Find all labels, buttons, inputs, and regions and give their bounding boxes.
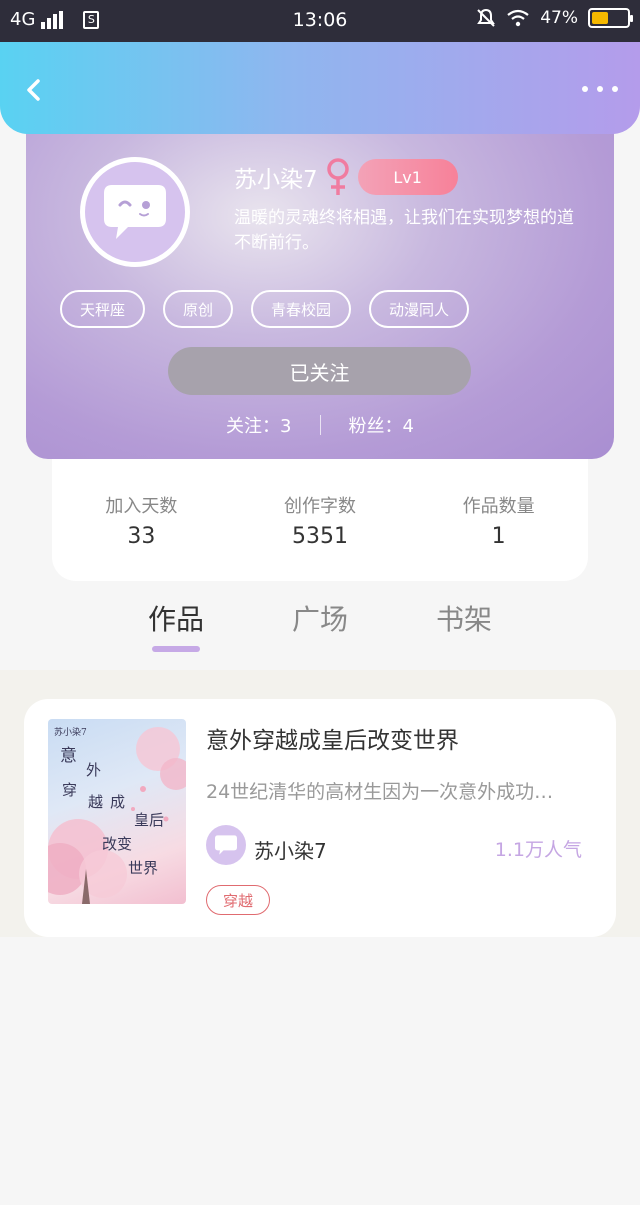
level-badge: Lv1 <box>357 159 458 195</box>
cover-author: 苏小染7 <box>54 728 87 738</box>
divider <box>319 415 321 435</box>
summary-label: 作品数量 <box>462 496 535 517</box>
profile-tag[interactable]: 动漫同人 <box>369 290 470 328</box>
cover-title-char: 外 <box>86 761 102 779</box>
back-button[interactable] <box>20 76 48 104</box>
battery-percent: 47% <box>540 8 578 28</box>
chat-bubble-icon <box>215 835 237 855</box>
summary-label: 加入天数 <box>105 496 178 517</box>
tab-works[interactable]: 作品 <box>148 598 204 654</box>
following-count[interactable]: 关注：3 <box>226 412 291 438</box>
work-card[interactable]: 苏小染7 意 外 穿 越 成 皇后 改变 世界 意外穿越成皇后改变世界 24世纪… <box>24 699 616 937</box>
profile-tag[interactable]: 青春校园 <box>251 290 352 328</box>
genre-tag[interactable]: 穿越 <box>206 885 271 915</box>
cover-title-char: 改变 <box>102 835 133 853</box>
header-bar <box>0 42 640 134</box>
summary-value: 1 <box>491 524 506 549</box>
summary-works-count: 作品数量 1 <box>409 455 588 581</box>
wink-chat-icon <box>104 185 166 239</box>
user-bio: 温暖的灵魂终将相遇，让我们在实现梦想的道 不断前行。 <box>234 206 614 256</box>
summary-join-days: 加入天数 33 <box>52 455 231 581</box>
female-icon <box>326 158 349 195</box>
tab-bookshelf[interactable]: 书架 <box>436 598 492 654</box>
tab-square[interactable]: 广场 <box>292 598 348 654</box>
cover-title-char: 越 <box>88 793 104 811</box>
cover-title-char: 穿 <box>62 781 78 799</box>
work-description: 24世纪清华的高材生因为一次意外成功… <box>206 781 554 803</box>
cover-title-char: 皇后 <box>134 811 165 829</box>
work-popularity: 1.1万人气 <box>494 839 582 861</box>
more-button[interactable] <box>582 82 618 96</box>
profile-tag[interactable]: 原创 <box>163 290 234 328</box>
summary-value: 5351 <box>292 524 348 549</box>
summary-value: 33 <box>127 524 156 549</box>
bio-line: 温暖的灵魂终将相遇，让我们在实现梦想的道 <box>234 208 574 228</box>
name-row: 苏小染7 Lv1 <box>234 157 458 197</box>
follow-stats: 关注：3 粉丝：4 <box>26 412 614 438</box>
cover-title-char: 成 <box>110 793 126 811</box>
followers-count[interactable]: 粉丝：4 <box>349 412 414 438</box>
user-name: 苏小染7 <box>234 167 318 193</box>
profile-tag[interactable]: 天秤座 <box>60 290 146 328</box>
content-tabs: 作品 广场 书架 <box>0 598 640 670</box>
more-dots-icon <box>582 86 588 92</box>
profile-tags: 天秤座 原创 青春校园 动漫同人 <box>60 290 470 328</box>
battery-icon <box>588 8 633 28</box>
follow-button[interactable]: 已关注 <box>168 347 471 395</box>
summary-word-count: 创作字数 5351 <box>231 455 410 581</box>
wifi-icon <box>507 9 529 27</box>
profile-card: 苏小染7 Lv1 温暖的灵魂终将相遇，让我们在实现梦想的道 不断前行。 天秤座 … <box>26 112 614 459</box>
summary-label: 创作字数 <box>284 496 356 517</box>
author-avatar <box>206 825 246 865</box>
chevron-left-icon <box>27 79 40 101</box>
cover-title-char: 意 <box>60 746 77 766</box>
book-cover[interactable]: 苏小染7 意 外 穿 越 成 皇后 改变 世界 <box>48 719 186 904</box>
avatar[interactable] <box>80 157 190 267</box>
summary-card: 加入天数 33 创作字数 5351 作品数量 1 <box>52 455 588 581</box>
status-bar: 4G S 13:06 47% <box>0 0 640 42</box>
mute-bell-icon <box>477 8 496 27</box>
cover-title-char: 世界 <box>128 859 159 877</box>
work-author: 苏小染7 <box>254 839 327 863</box>
bio-line: 不断前行。 <box>234 233 319 253</box>
work-title[interactable]: 意外穿越成皇后改变世界 <box>206 721 459 755</box>
